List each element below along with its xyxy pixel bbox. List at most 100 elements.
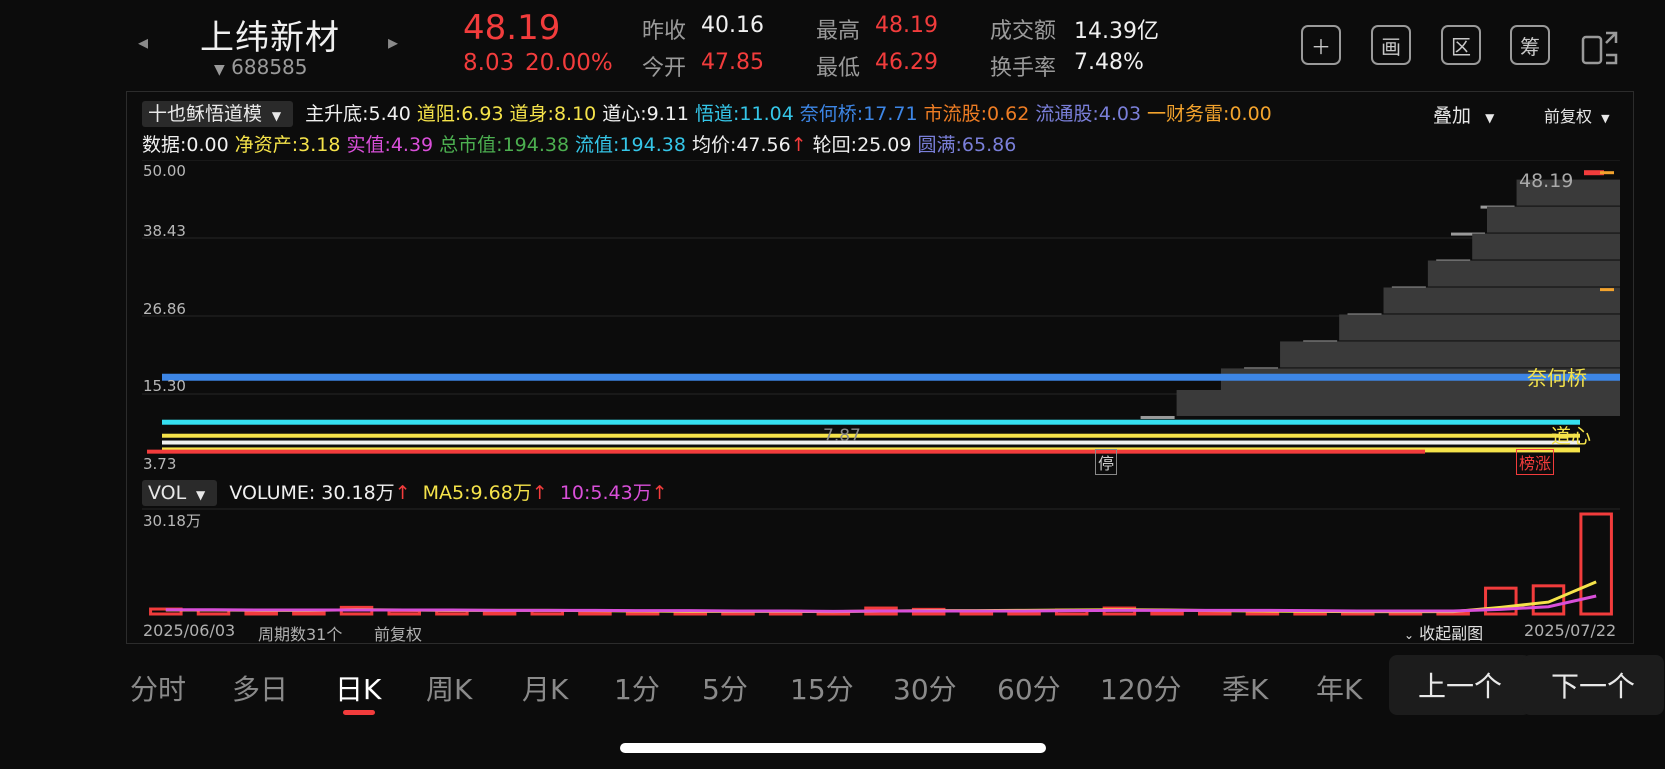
naihe-line [162, 373, 1620, 381]
y-axis-label-3: 26.86 [143, 300, 186, 318]
next-stock-arrow-icon[interactable]: ▸ [388, 30, 398, 54]
up-arrow-icon: ↑ [531, 482, 548, 504]
volume-profile-bar [1472, 233, 1620, 260]
price-change: 8.03 [463, 50, 515, 76]
next-stock-button[interactable]: 下一个 [1522, 655, 1664, 715]
candle-band [147, 449, 1425, 454]
wudao-line [162, 419, 1580, 425]
adjust-label: 前复权 [1544, 107, 1593, 126]
indicator-value: 4.03 [1098, 103, 1142, 125]
volume-profile-bar [1383, 287, 1620, 314]
indicator-label: 实值: [346, 134, 391, 156]
chevron-down-icon: ▼ [1485, 111, 1495, 125]
daoshen-line [162, 440, 1580, 445]
volume-selector[interactable]: VOL ▼ [142, 480, 218, 506]
indicator-item: 奈何桥:17.71 [800, 103, 918, 125]
tab-3[interactable]: 周K [426, 668, 472, 708]
y-axis-label-4: 15.30 [143, 377, 186, 395]
kline-chart[interactable] [142, 160, 1620, 472]
volume-profile-bar [1176, 389, 1620, 416]
high-label: 最高 [816, 19, 861, 44]
indicator-label: 流值: [575, 134, 620, 156]
mid-price-label: 7.87 [823, 426, 861, 446]
volume-chart[interactable] [142, 508, 1620, 616]
volume-y-top-label: 30.18万 [143, 512, 201, 530]
daoxin-line [162, 433, 1580, 438]
indicator-label: 轮回: [812, 134, 858, 156]
start-date: 2025/06/03 [143, 621, 236, 640]
tab-12[interactable]: 年K [1316, 668, 1362, 708]
prev-stock-arrow-icon[interactable]: ◂ [138, 30, 148, 54]
indicator-item: 悟道:11.04 [695, 103, 794, 125]
indicator-value: 11.04 [739, 103, 794, 125]
indicator-row-1: 十也稣悟道模 ▼ 主升底:5.40 道阻:6.93 道身:8.10 道心:9.11 悟道… [142, 99, 1284, 127]
home-indicator[interactable] [620, 743, 1046, 753]
indicator-item: 数据:0.00 [142, 134, 229, 156]
tab-11[interactable]: 季K [1222, 668, 1268, 708]
tab-5[interactable]: 1分 [614, 668, 660, 708]
indicator-value: 194.38 [619, 134, 686, 156]
tab-4[interactable]: 月K [522, 668, 568, 708]
collapse-subchart-button[interactable]: ⌄ 收起副图 [1404, 620, 1483, 644]
ma5-value: 9.68万 [470, 482, 532, 504]
tab-6[interactable]: 5分 [702, 668, 748, 708]
ma10-value: 5.43万 [590, 482, 652, 504]
price-tick [1600, 288, 1614, 292]
indicator-item: 道身:8.10 [510, 103, 597, 125]
indicator-label: 道身: [509, 103, 554, 125]
chip-icon[interactable]: 筹 [1510, 25, 1550, 65]
indicator-item: 轮回:25.09 [813, 134, 912, 156]
naihe-line-label: 奈何桥 [1527, 366, 1587, 390]
range-icon[interactable]: 区 [1441, 25, 1481, 65]
volume-label: VOLUME: [229, 482, 316, 504]
plus-icon[interactable]: ＋ [1301, 25, 1341, 65]
halt-marker: 停 [1095, 449, 1118, 475]
up-arrow-icon: ↑ [394, 482, 411, 504]
indicator-value: 0.62 [987, 103, 1030, 125]
indicator-label: 奈何桥: [799, 103, 864, 125]
volume-header: VOL ▼ VOLUME: 30.18万↑ MA5:9.68万↑ 10:5.43万… [142, 478, 674, 506]
indicator-row-2: 数据:0.00 净资产:3.18 实值:4.39 总市值:194.38 流值:194.3… [142, 130, 1022, 157]
stock-name: 上纬新材 [200, 18, 340, 58]
prev-stock-button[interactable]: 上一个 [1389, 655, 1531, 715]
tab-2[interactable]: 日K [335, 668, 381, 708]
price-tick [1600, 171, 1614, 175]
prev-close-value: 40.16 [701, 13, 764, 38]
indicator-label: 净资产: [234, 134, 299, 156]
tab-0[interactable]: 分时 [130, 668, 186, 708]
tab-8[interactable]: 30分 [893, 668, 957, 708]
overlay-label: 叠加 [1433, 105, 1472, 127]
ma5-label: MA5: [422, 482, 471, 504]
amount-label: 成交额 [990, 19, 1057, 44]
indicator-value: 3.18 [298, 134, 341, 156]
stock-code[interactable]: ▼ 688585 [214, 55, 308, 79]
tab-1[interactable]: 多日 [232, 668, 288, 708]
indicator-label: 流通股: [1035, 103, 1099, 125]
chevron-down-icon: ▼ [192, 488, 206, 502]
stock-code-text: 688585 [231, 55, 308, 79]
adjust-dropdown[interactable]: 前复权 ▼ [1544, 103, 1610, 127]
indicator-selector[interactable]: 十也稣悟道模 ▼ [142, 101, 294, 127]
period-tabs: 分时 多日 日K 周K 月K 1分 5分 15分 30分 60分 120分 季K 年K [130, 668, 1380, 718]
indicator-value: 65.86 [961, 134, 1017, 156]
indicator-value: 9.11 [646, 103, 689, 125]
indicator-item: 流值:194.38 [575, 134, 686, 156]
tab-9[interactable]: 60分 [997, 668, 1061, 708]
indicator-value: 17.71 [863, 103, 918, 125]
indicator-item: 市流股:0.62 [924, 103, 1030, 125]
indicator-label: 均价: [691, 134, 737, 156]
draw-icon[interactable]: 画 [1371, 25, 1411, 65]
tab-7[interactable]: 15分 [790, 668, 854, 708]
indicator-values-row1: 主升底:5.40 道阻:6.93 道身:8.10 道心:9.11 悟道:11.04 奈何桥… [305, 103, 1278, 125]
indicator-selector-label: 十也稣悟道模 [148, 103, 263, 125]
chevron-down-icon: ▼ [1601, 112, 1610, 125]
tab-10[interactable]: 120分 [1100, 668, 1181, 708]
up-arrow-icon: ↑ [790, 134, 807, 156]
indicator-label: 悟道: [694, 103, 740, 125]
overlay-dropdown[interactable]: 叠加 ▼ [1433, 101, 1494, 128]
collapse-subchart-label: 收起副图 [1419, 624, 1484, 643]
switch-layout-icon[interactable] [1580, 25, 1622, 67]
volume-selector-label: VOL [148, 482, 187, 504]
chevron-down-icon: ▼ [268, 109, 282, 123]
indicator-value: 8.10 [553, 103, 597, 125]
